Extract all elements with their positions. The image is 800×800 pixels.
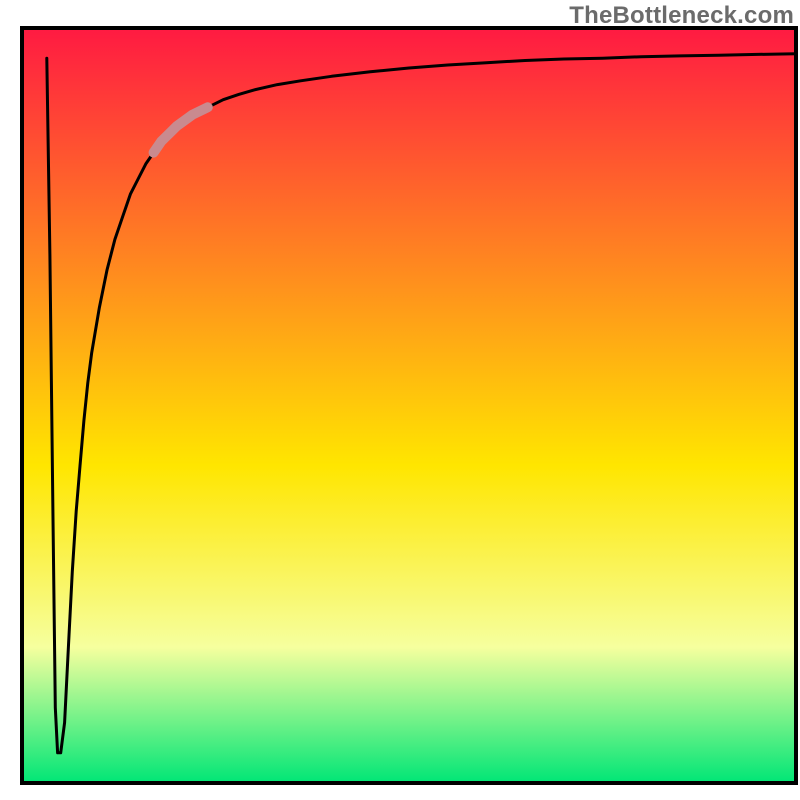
plot-gradient-bg (22, 28, 796, 783)
chart-canvas (0, 0, 800, 800)
bottleneck-chart: TheBottleneck.com (0, 0, 800, 800)
